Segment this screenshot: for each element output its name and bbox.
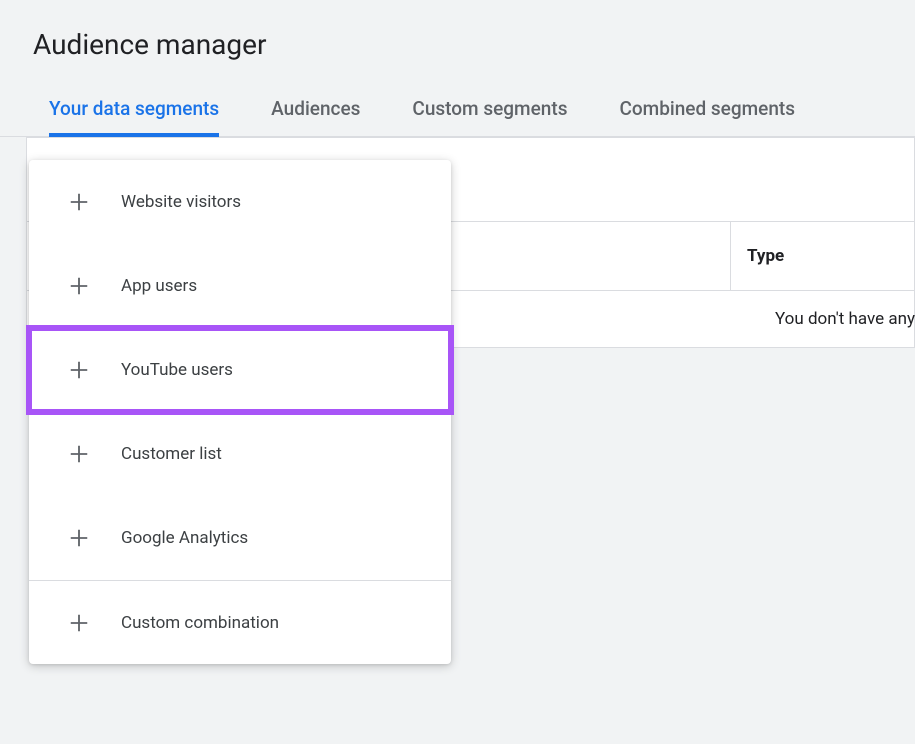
menu-item-label: Google Analytics	[121, 528, 248, 548]
menu-item-label: YouTube users	[121, 360, 233, 380]
page-title: Audience manager	[0, 0, 915, 61]
menu-item-label: Customer list	[121, 444, 222, 464]
menu-item-google-analytics[interactable]: Google Analytics	[29, 496, 451, 580]
plus-icon	[67, 190, 91, 214]
menu-item-label: Website visitors	[121, 192, 241, 212]
plus-icon	[67, 358, 91, 382]
menu-item-youtube-users[interactable]: YouTube users	[29, 328, 451, 412]
plus-icon	[67, 611, 91, 635]
plus-icon	[67, 274, 91, 298]
menu-item-website-visitors[interactable]: Website visitors	[29, 160, 451, 244]
table-header-type[interactable]: Type	[731, 246, 784, 266]
tab-custom-segments[interactable]: Custom segments	[412, 97, 567, 136]
tabs-container: Your data segments Audiences Custom segm…	[0, 61, 915, 137]
plus-icon	[67, 526, 91, 550]
create-segment-dropdown: Website visitors App users YouTube users…	[29, 160, 451, 664]
plus-icon	[67, 442, 91, 466]
menu-item-customer-list[interactable]: Customer list	[29, 412, 451, 496]
menu-item-label: App users	[121, 276, 197, 296]
tab-audiences[interactable]: Audiences	[271, 97, 360, 136]
menu-item-custom-combination[interactable]: Custom combination	[29, 580, 451, 664]
menu-item-label: Custom combination	[121, 613, 279, 633]
tab-your-data-segments[interactable]: Your data segments	[49, 97, 219, 136]
menu-item-app-users[interactable]: App users	[29, 244, 451, 328]
tab-combined-segments[interactable]: Combined segments	[619, 97, 795, 136]
